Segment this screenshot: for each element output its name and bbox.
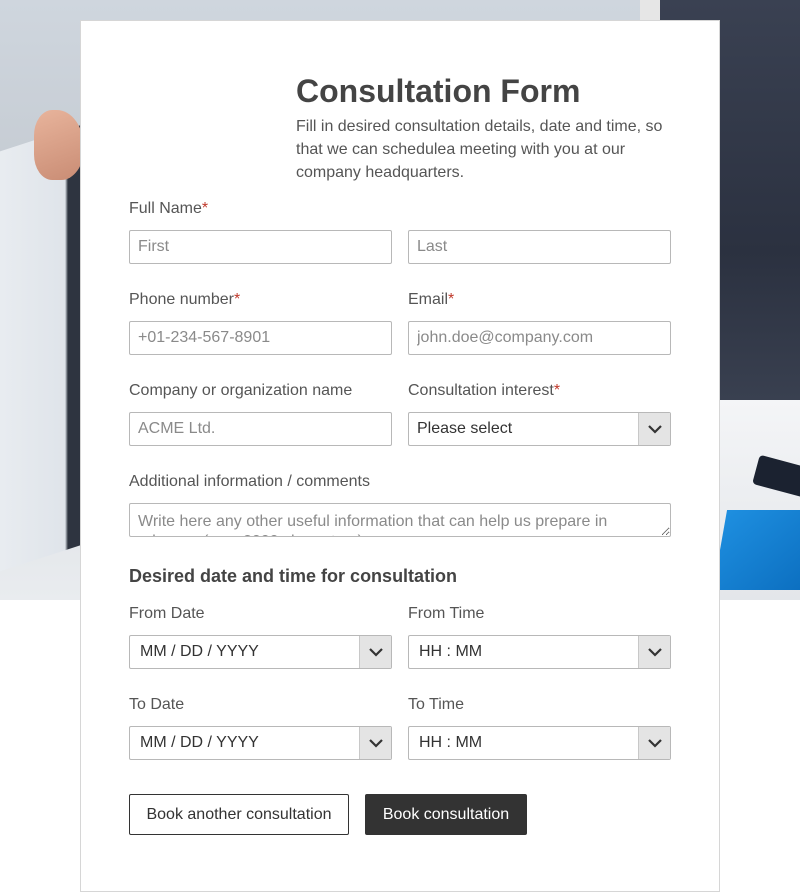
to-date-value: MM / DD / YYYY (140, 734, 259, 751)
interest-select-value: Please select (417, 420, 513, 437)
to-time-picker[interactable]: HH : MM (408, 726, 671, 760)
from-time-label: From Time (408, 605, 485, 622)
schedule-heading: Desired date and time for consultation (129, 566, 458, 586)
chevron-down-icon[interactable] (359, 727, 391, 759)
from-date-label: From Date (129, 605, 205, 622)
form-title: Consultation Form (296, 73, 581, 109)
comments-label: Additional information / comments (129, 473, 370, 490)
required-mark: * (201, 200, 209, 217)
from-time-value: HH : MM (419, 643, 483, 660)
to-time-value: HH : MM (419, 734, 483, 751)
consultation-form-card: Consultation Form Fill in desired consul… (80, 20, 720, 892)
background-document (712, 510, 800, 590)
from-time-picker[interactable]: HH : MM (408, 635, 671, 669)
chevron-down-icon[interactable] (638, 413, 670, 445)
required-mark: * (448, 291, 455, 308)
email-input[interactable] (408, 321, 671, 355)
phone-label-text: Phone number (129, 291, 234, 308)
first-name-input[interactable] (129, 230, 392, 264)
to-time-label: To Time (408, 696, 465, 713)
interest-label: Consultation interest* (408, 382, 560, 400)
email-label: Email* (408, 291, 454, 309)
from-date-value: MM / DD / YYYY (140, 643, 259, 660)
background-hand (34, 110, 84, 180)
company-input[interactable] (129, 412, 392, 446)
form-subtitle: Fill in desired consultation details, da… (296, 118, 663, 181)
comments-textarea[interactable] (129, 503, 671, 537)
required-mark: * (233, 291, 241, 308)
phone-input[interactable] (129, 321, 392, 355)
interest-select[interactable]: Please select (408, 412, 671, 446)
full-name-label: Full Name* (129, 200, 208, 218)
chevron-down-icon[interactable] (638, 727, 670, 759)
phone-label: Phone number* (129, 291, 240, 309)
email-label-text: Email (408, 291, 449, 308)
book-another-consultation-button[interactable]: Book another consultation (129, 794, 349, 835)
interest-label-text: Consultation interest (408, 382, 554, 399)
required-mark: * (553, 382, 561, 399)
to-date-label: To Date (129, 696, 185, 713)
last-name-input[interactable] (408, 230, 671, 264)
company-label: Company or organization name (129, 382, 353, 399)
chevron-down-icon[interactable] (359, 636, 391, 668)
to-date-picker[interactable]: MM / DD / YYYY (129, 726, 392, 760)
book-consultation-button[interactable]: Book consultation (365, 794, 527, 835)
from-date-picker[interactable]: MM / DD / YYYY (129, 635, 392, 669)
full-name-label-text: Full Name (129, 200, 202, 217)
chevron-down-icon[interactable] (638, 636, 670, 668)
